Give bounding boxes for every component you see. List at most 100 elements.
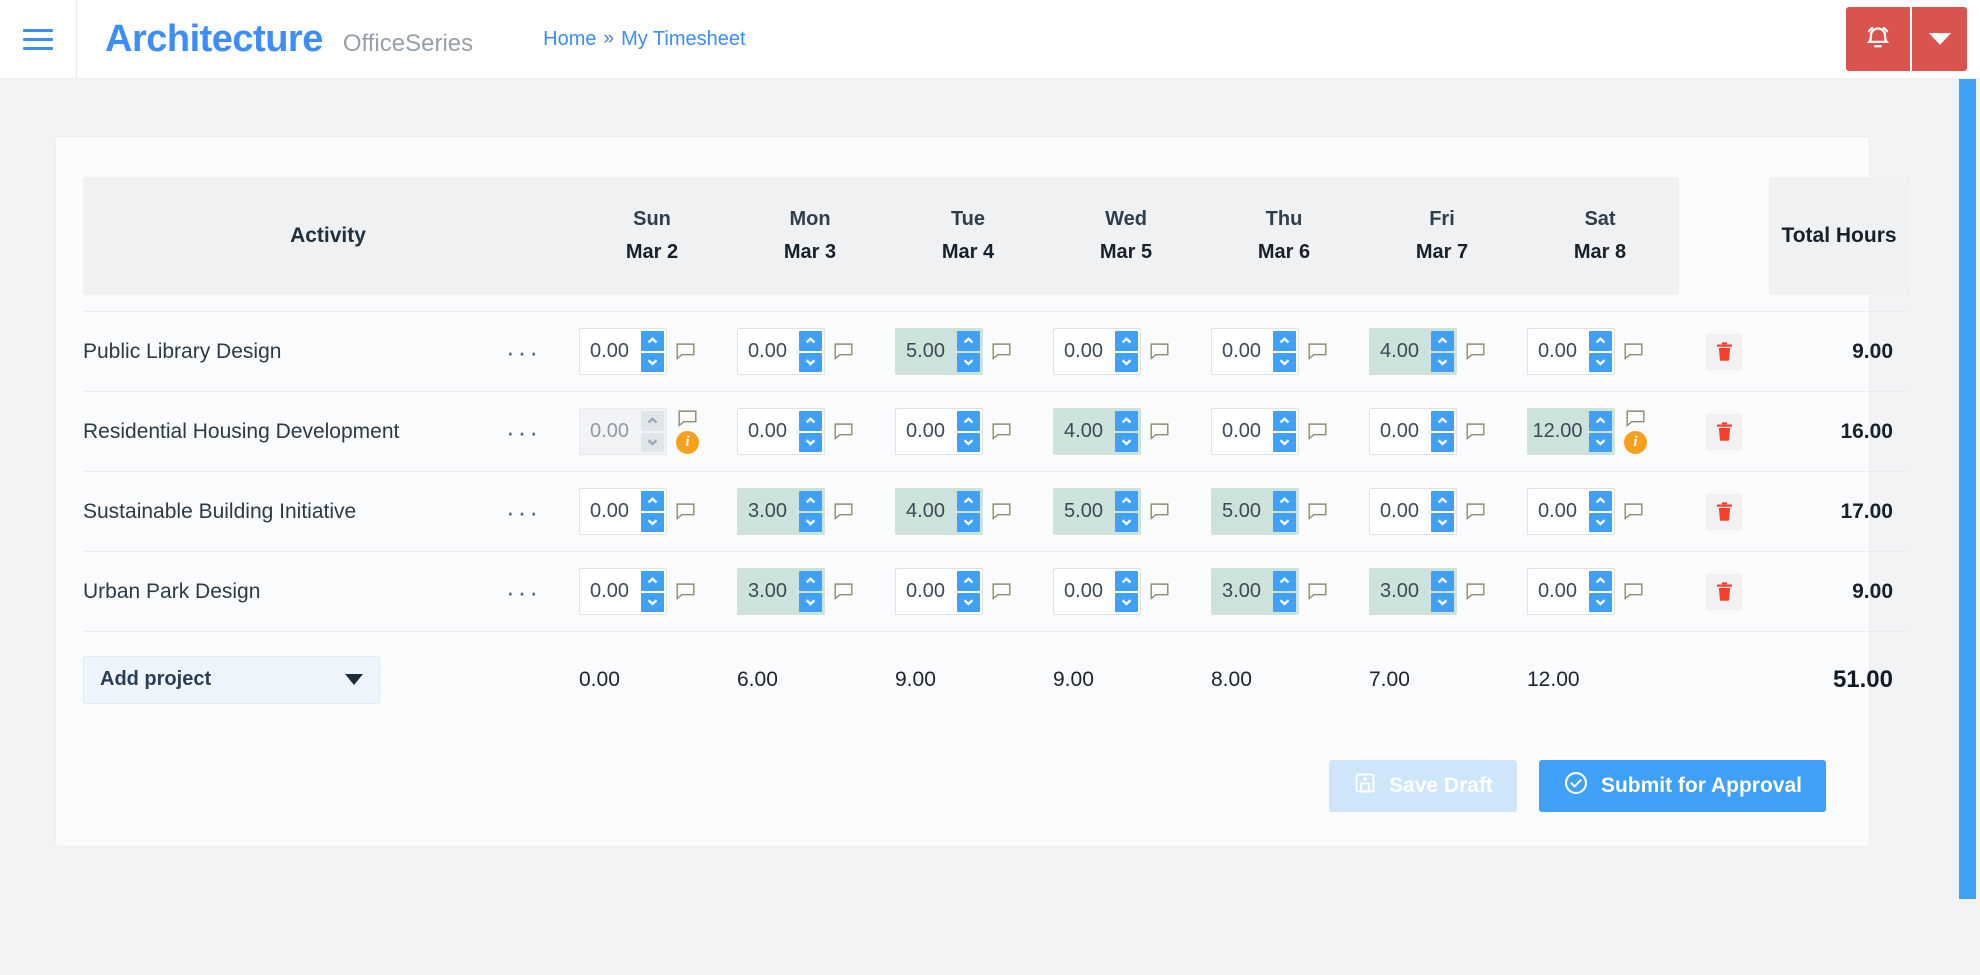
row-menu-icon[interactable]: ···	[506, 419, 541, 445]
stepper-up-icon[interactable]	[1589, 491, 1612, 511]
stepper-up-icon[interactable]	[641, 491, 664, 511]
hours-input-1[interactable]: 3.00	[737, 568, 825, 615]
comment-icon[interactable]	[1308, 583, 1327, 600]
comment-icon[interactable]	[1308, 503, 1327, 520]
save-draft-button[interactable]: Save Draft	[1329, 759, 1517, 812]
stepper-up-icon[interactable]	[1431, 411, 1454, 431]
comment-icon[interactable]	[1624, 583, 1643, 600]
stepper-up-icon[interactable]	[1115, 331, 1138, 351]
stepper-down-icon[interactable]	[957, 592, 980, 612]
stepper-down-icon[interactable]	[1431, 352, 1454, 372]
stepper-up-icon[interactable]	[957, 411, 980, 431]
stepper-down-icon[interactable]	[799, 512, 822, 532]
stepper-down-icon[interactable]	[1589, 592, 1612, 612]
stepper-up-icon[interactable]	[1115, 491, 1138, 511]
comment-icon[interactable]	[1150, 503, 1169, 520]
comment-icon[interactable]	[992, 583, 1011, 600]
stepper-down-icon[interactable]	[1273, 592, 1296, 612]
stepper-up-icon[interactable]	[957, 571, 980, 591]
row-menu-icon[interactable]: ···	[506, 339, 541, 365]
stepper-up-icon[interactable]	[799, 331, 822, 351]
comment-icon[interactable]	[992, 503, 1011, 520]
stepper-down-icon[interactable]	[1589, 432, 1612, 452]
stepper-down-icon[interactable]	[1273, 432, 1296, 452]
row-menu-icon[interactable]: ···	[506, 499, 541, 525]
hours-input-5[interactable]: 3.00	[1369, 568, 1457, 615]
add-project-dropdown[interactable]: Add project	[83, 655, 380, 704]
stepper-up-icon[interactable]	[641, 571, 664, 591]
stepper-down-icon[interactable]	[799, 432, 822, 452]
stepper-down-icon[interactable]	[799, 352, 822, 372]
hours-input-6[interactable]: 0.00	[1527, 488, 1615, 535]
stepper-up-icon[interactable]	[957, 491, 980, 511]
stepper-up-icon[interactable]	[799, 571, 822, 591]
hours-input-3[interactable]: 0.00	[1053, 328, 1141, 375]
page-scrollbar-track[interactable]	[1950, 79, 1980, 975]
comment-icon[interactable]	[1466, 423, 1485, 440]
hours-input-5[interactable]: 0.00	[1369, 488, 1457, 535]
hours-input-0[interactable]: 0.00	[579, 328, 667, 375]
hours-input-2[interactable]: 4.00	[895, 488, 983, 535]
hours-input-4[interactable]: 0.00	[1211, 408, 1299, 455]
comment-icon[interactable]	[1150, 343, 1169, 360]
comment-icon[interactable]	[1466, 583, 1485, 600]
comment-icon[interactable]	[676, 583, 695, 600]
comment-icon[interactable]	[1308, 423, 1327, 440]
stepper-down-icon[interactable]	[641, 352, 664, 372]
stepper-down-icon[interactable]	[1431, 592, 1454, 612]
comment-icon[interactable]	[834, 343, 853, 360]
delete-row-button[interactable]	[1706, 333, 1742, 370]
stepper-down-icon[interactable]	[1115, 432, 1138, 452]
hours-input-3[interactable]: 0.00	[1053, 568, 1141, 615]
comment-icon[interactable]	[1308, 343, 1327, 360]
hours-input-2[interactable]: 0.00	[895, 568, 983, 615]
stepper-down-icon[interactable]	[1115, 352, 1138, 372]
hours-input-6[interactable]: 0.00	[1527, 328, 1615, 375]
hours-input-6[interactable]: 0.00	[1527, 568, 1615, 615]
stepper-up-icon[interactable]	[1589, 571, 1612, 591]
hours-input-1[interactable]: 3.00	[737, 488, 825, 535]
stepper-up-icon[interactable]	[1115, 571, 1138, 591]
comment-icon[interactable]	[834, 583, 853, 600]
comment-icon[interactable]	[1626, 409, 1645, 427]
stepper-up-icon[interactable]	[1431, 491, 1454, 511]
comment-icon[interactable]	[1624, 503, 1643, 520]
hours-input-6[interactable]: 12.00	[1527, 408, 1615, 455]
stepper-down-icon[interactable]	[957, 352, 980, 372]
stepper-down-icon[interactable]	[1431, 512, 1454, 532]
comment-icon[interactable]	[1150, 423, 1169, 440]
breadcrumb-current[interactable]: My Timesheet	[621, 28, 745, 51]
hours-input-3[interactable]: 4.00	[1053, 408, 1141, 455]
stepper-down-icon[interactable]	[1115, 512, 1138, 532]
hours-input-1[interactable]: 0.00	[737, 408, 825, 455]
comment-icon[interactable]	[1150, 583, 1169, 600]
stepper-down-icon[interactable]	[1589, 352, 1612, 372]
comment-icon[interactable]	[992, 343, 1011, 360]
stepper-up-icon[interactable]	[799, 411, 822, 431]
hours-input-4[interactable]: 3.00	[1211, 568, 1299, 615]
stepper-down-icon[interactable]	[957, 432, 980, 452]
hours-input-3[interactable]: 5.00	[1053, 488, 1141, 535]
comment-icon[interactable]	[1466, 343, 1485, 360]
stepper-up-icon[interactable]	[957, 331, 980, 351]
warning-info-badge[interactable]: i	[676, 430, 699, 454]
comment-icon[interactable]	[676, 503, 695, 520]
delete-row-button[interactable]	[1706, 413, 1742, 450]
stepper-down-icon[interactable]	[1273, 512, 1296, 532]
comment-icon[interactable]	[992, 423, 1011, 440]
hours-input-1[interactable]: 0.00	[737, 328, 825, 375]
hours-input-4[interactable]: 0.00	[1211, 328, 1299, 375]
delete-row-button[interactable]	[1706, 493, 1742, 530]
warning-info-badge[interactable]: i	[1624, 430, 1647, 454]
stepper-up-icon[interactable]	[1589, 331, 1612, 351]
hours-input-2[interactable]: 5.00	[895, 328, 983, 375]
comment-icon[interactable]	[834, 503, 853, 520]
hours-input-0[interactable]: 0.00	[579, 488, 667, 535]
stepper-up-icon[interactable]	[1431, 571, 1454, 591]
stepper-up-icon[interactable]	[1431, 331, 1454, 351]
stepper-up-icon[interactable]	[1273, 491, 1296, 511]
stepper-up-icon[interactable]	[1115, 411, 1138, 431]
comment-icon[interactable]	[1466, 503, 1485, 520]
hamburger-icon[interactable]	[0, 0, 76, 79]
comment-icon[interactable]	[678, 409, 697, 427]
